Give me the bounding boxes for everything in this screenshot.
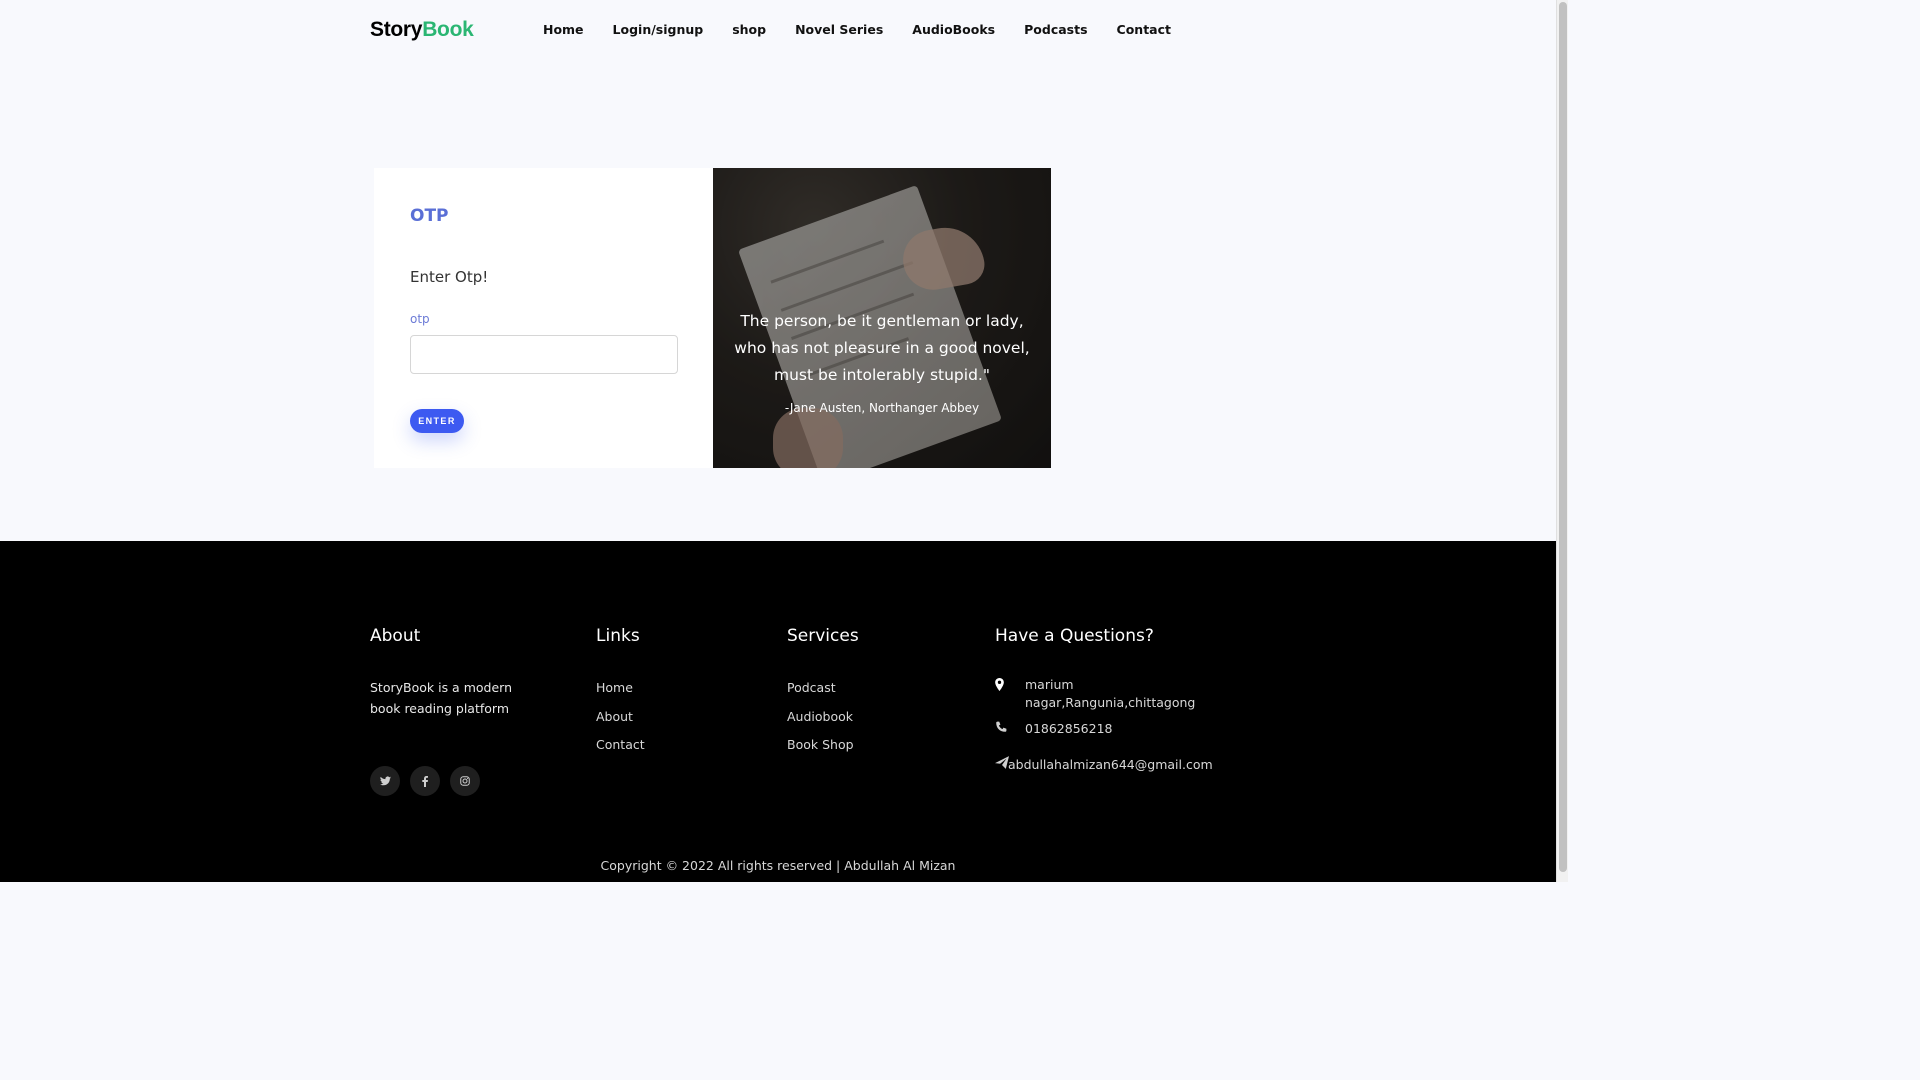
brand-part-book: Book [422,18,474,41]
footer-service-audiobook[interactable]: Audiobook [787,709,853,724]
nav-item-podcasts[interactable]: Podcasts [1024,22,1087,37]
footer-about-heading: About [370,626,421,646]
phone-icon [995,721,1007,736]
map-marker-icon [995,678,1004,694]
otp-title: OTP [410,206,449,226]
footer-links-heading: Links [596,626,640,646]
brand-part-story: Story [370,18,423,41]
twitter-icon[interactable] [370,766,400,796]
nav-item-audiobooks[interactable]: AudioBooks [912,22,995,37]
nav-item-home[interactable]: Home [543,22,584,37]
footer-link-home[interactable]: Home [596,680,633,695]
top-navbar: StoryBook Home Login/signup shop Novel S… [0,0,1556,62]
footer-services-heading: Services [787,626,859,646]
quote-author: -Jane Austen, Northanger Abbey [784,401,980,415]
footer-link-about[interactable]: About [596,709,633,724]
paper-plane-icon [995,756,1009,772]
nav-item-shop[interactable]: shop [732,22,766,37]
facebook-icon[interactable] [410,766,440,796]
page-scrollbar[interactable] [1556,0,1568,882]
otp-subtitle: Enter Otp! [410,268,489,286]
contact-address: marium nagar,Rangunia,chittagong [1025,677,1196,710]
otp-field-label: otp [410,312,430,326]
footer-link-contact[interactable]: Contact [596,737,645,752]
footer-about-text: StoryBook is a modern book reading platf… [370,680,512,716]
footer: About StoryBook is a modern book reading… [0,541,1556,882]
quote-text: The person, be it gentleman or lady, who… [734,312,1030,384]
footer-service-podcast[interactable]: Podcast [787,680,836,695]
contact-phone[interactable]: 01862856218 [1025,720,1112,738]
scrollbar-thumb[interactable] [1559,2,1567,872]
contact-email[interactable]: abdullahalmizan644@gmail.com [1008,756,1213,774]
footer-questions-heading: Have a Questions? [995,626,1154,646]
otp-input[interactable] [410,335,678,374]
copyright-text: Copyright © 2022 All rights reserved | A… [600,858,956,873]
nav-item-login-signup[interactable]: Login/signup [613,22,704,37]
quote-panel: The person, be it gentleman or lady, who… [713,168,1051,468]
enter-button[interactable]: ENTER [410,409,464,433]
otp-form-card: OTP Enter Otp! otp ENTER [374,168,713,468]
footer-service-book-shop[interactable]: Book Shop [787,737,854,752]
nav-links: Home Login/signup shop Novel Series Audi… [543,22,1171,37]
instagram-icon[interactable] [450,766,480,796]
brand-logo[interactable]: StoryBook [370,18,474,42]
nav-item-contact[interactable]: Contact [1117,22,1171,37]
nav-item-novel-series[interactable]: Novel Series [795,22,883,37]
